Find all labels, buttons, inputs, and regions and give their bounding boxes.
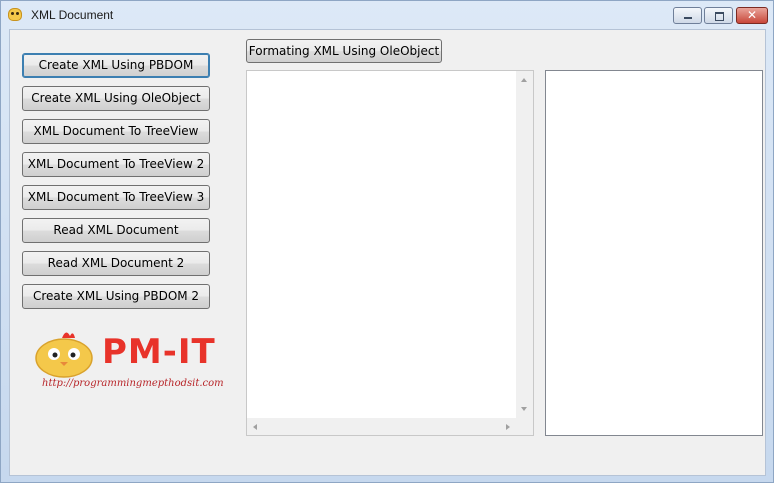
xml-to-treeview-3-button[interactable]: XML Document To TreeView 3 — [22, 185, 210, 210]
xml-text-area[interactable] — [246, 70, 534, 436]
maximize-button[interactable] — [704, 7, 733, 24]
vertical-scrollbar[interactable] — [516, 71, 533, 418]
window-title: XML Document — [31, 8, 114, 22]
xml-to-treeview-button[interactable]: XML Document To TreeView — [22, 119, 210, 144]
scroll-down-icon[interactable] — [521, 407, 527, 411]
format-xml-oleobject-button[interactable]: Formating XML Using OleObject — [246, 39, 442, 63]
chick-mascot-icon — [35, 332, 93, 378]
scroll-up-icon[interactable] — [521, 78, 527, 82]
app-window: XML Document ✕ Create XML Using PBDOM Cr… — [0, 0, 774, 483]
treeview-panel[interactable] — [545, 70, 763, 436]
client-area: Create XML Using PBDOM Create XML Using … — [9, 29, 766, 476]
pm-it-logo: PM-IT http://programmingmepthodsit.com — [32, 326, 232, 396]
app-icon — [8, 8, 22, 21]
scroll-left-icon[interactable] — [253, 424, 257, 430]
create-xml-pbdom-2-button[interactable]: Create XML Using PBDOM 2 — [22, 284, 210, 309]
scrollbar-corner — [516, 418, 533, 435]
read-xml-document-button[interactable]: Read XML Document — [22, 218, 210, 243]
logo-url: http://programmingmepthodsit.com — [42, 378, 224, 389]
minimize-button[interactable] — [673, 7, 702, 24]
logo-brand: PM-IT — [102, 332, 216, 372]
xml-to-treeview-2-button[interactable]: XML Document To TreeView 2 — [22, 152, 210, 177]
horizontal-scrollbar[interactable] — [247, 418, 516, 435]
close-icon: ✕ — [746, 8, 758, 22]
create-xml-pbdom-button[interactable]: Create XML Using PBDOM — [22, 53, 210, 78]
read-xml-document-2-button[interactable]: Read XML Document 2 — [22, 251, 210, 276]
title-bar[interactable]: XML Document ✕ — [1, 1, 773, 29]
create-xml-oleobject-button[interactable]: Create XML Using OleObject — [22, 86, 210, 111]
close-button[interactable]: ✕ — [736, 7, 768, 24]
scroll-right-icon[interactable] — [506, 424, 510, 430]
